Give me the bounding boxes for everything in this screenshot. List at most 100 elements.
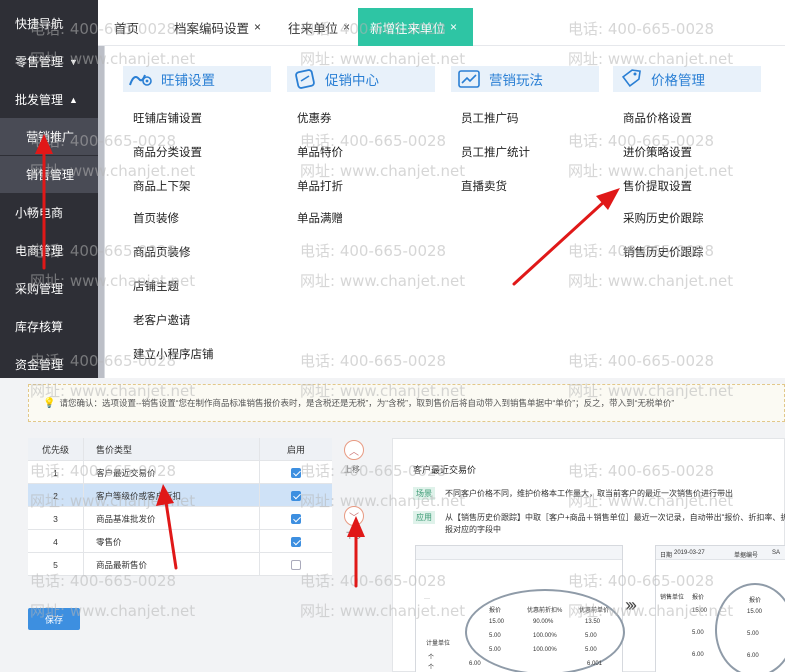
save-button[interactable]: 保存 <box>28 608 80 630</box>
table-row[interactable]: 3 商品基准批发价 <box>28 507 332 530</box>
column-header-priority: 优先级 <box>28 438 84 461</box>
apply-text-2: 报对应的字段中 <box>445 525 501 534</box>
menu-link-sale-price-extraction[interactable]: 售价提取设置 <box>623 178 692 194</box>
chevron-down-icon: ﹀ <box>349 512 359 524</box>
menu-link-coupon[interactable]: 优惠券 <box>297 110 332 126</box>
close-icon[interactable]: × <box>343 20 350 34</box>
menu-link-live-selling[interactable]: 直播卖货 <box>461 178 507 194</box>
menu-link-homepage-decor[interactable]: 首页装修 <box>133 210 179 226</box>
priority-cell: 4 <box>28 530 84 553</box>
tab-bar: 首页 档案编码设置 × 往来单位 × 新增往来单位 × <box>98 0 785 46</box>
sidebar: 快捷导航 零售管理 ▼ 批发管理 ▲ 营销推广 销售管理 小畅电商 电商管理 采购管… <box>0 0 98 378</box>
move-down-label: 下移 <box>346 531 362 540</box>
mini-cell: 6.00 <box>692 652 704 658</box>
tab-new-partner[interactable]: 新增往来单位 × <box>358 8 473 46</box>
promotion-icon <box>295 69 315 89</box>
menu-link-invite-customers[interactable]: 老客户邀请 <box>133 312 191 328</box>
category-title: 营销玩法 <box>489 73 543 88</box>
mini-cell: 5.00 <box>585 647 597 653</box>
lightbulb-icon: 💡 <box>43 397 56 409</box>
caret-up-icon: ▲ <box>69 94 78 105</box>
close-icon[interactable]: × <box>450 20 457 34</box>
mini-cell: 5.00 <box>489 633 501 639</box>
mini-cell: 5.00 <box>489 647 501 653</box>
tab-label: 档案编码设置 <box>174 21 250 36</box>
enabled-checkbox[interactable] <box>291 559 301 570</box>
sidebar-item-label: 电商管理 <box>15 244 64 258</box>
sidebar-item-label: 采购管理 <box>15 282 64 296</box>
sidebar-item-label: 库存核算 <box>15 320 64 334</box>
menu-link-special-price[interactable]: 单品特价 <box>297 144 343 160</box>
priority-cell: 1 <box>28 461 84 484</box>
price-type-cell: 零售价 <box>84 530 260 553</box>
menu-link-staff-promo-code[interactable]: 员工推广码 <box>461 110 519 126</box>
mini-date-label: 日期 <box>660 553 673 559</box>
menu-link-purchase-price-strategy[interactable]: 进价策略设置 <box>623 144 692 160</box>
menu-link-sales-price-history[interactable]: 销售历史价跟踪 <box>623 244 704 260</box>
category-title: 价格管理 <box>651 73 705 88</box>
table-row[interactable]: 4 零售价 <box>28 530 332 553</box>
price-tag-icon <box>621 69 641 88</box>
sidebar-item-label: 零售管理 <box>15 55 64 69</box>
mini-cell: 6.00 <box>747 653 759 659</box>
sidebar-item-mini-ecommerce[interactable]: 小畅电商 <box>0 194 98 231</box>
sidebar-item-label: 资金管理 <box>15 358 64 372</box>
menu-link-mini-program-store[interactable]: 建立小程序店铺 <box>133 346 214 362</box>
menu-link-product-price-settings[interactable]: 商品价格设置 <box>623 110 692 126</box>
category-marketing-play: 营销玩法 <box>451 66 599 92</box>
menu-link-product-listing[interactable]: 商品上下架 <box>133 178 191 194</box>
mini-grid-header <box>416 546 622 560</box>
sidebar-item-sales[interactable]: 销售管理 <box>0 156 98 193</box>
sidebar-item-purchase[interactable]: 采购管理 <box>0 270 98 307</box>
tab-code-settings[interactable]: 档案编码设置 × <box>162 8 273 46</box>
enabled-checkbox[interactable] <box>291 536 301 547</box>
menu-link-product-page-decor[interactable]: 商品页装修 <box>133 244 191 260</box>
menu-link-category-settings[interactable]: 商品分类设置 <box>133 144 202 160</box>
menu-link-shop-store-settings[interactable]: 旺铺店铺设置 <box>133 110 202 126</box>
move-down-button[interactable]: ﹀ <box>344 506 364 526</box>
enabled-checkbox[interactable] <box>291 467 301 478</box>
menu-link-staff-promo-stats[interactable]: 员工推广统计 <box>461 144 530 160</box>
table-row[interactable]: 1 客户最近交易价 <box>28 461 332 484</box>
notice-text: 请您确认：选项设置--销售设置“您在制作商品标准销售报价表时，是含税还是无税”，… <box>59 398 675 408</box>
table-row-selected[interactable]: 2 客户等级价或客户折扣 <box>28 484 332 507</box>
menu-link-purchase-price-history[interactable]: 采购历史价跟踪 <box>623 210 704 226</box>
enabled-checkbox[interactable] <box>291 513 301 524</box>
category-price-management: 价格管理 <box>613 66 761 92</box>
table-row[interactable]: 5 商品最新售价 <box>28 553 332 576</box>
category-promotion: 促销中心 <box>287 66 435 92</box>
mini-cell: 5.00 <box>692 630 704 636</box>
tab-label: 往来单位 <box>288 21 339 36</box>
tab-label: 首页 <box>114 21 140 36</box>
sidebar-item-label: 快捷导航 <box>15 17 64 31</box>
menu-link-gift[interactable]: 单品满赠 <box>297 210 343 226</box>
enabled-cell <box>260 530 332 553</box>
apply-tag: 应用 <box>413 511 435 524</box>
sidebar-item-ecommerce[interactable]: 电商管理 <box>0 232 98 269</box>
price-type-cell: 客户等级价或客户折扣 <box>84 484 260 507</box>
mini-cell: 15.00 <box>692 608 708 614</box>
tab-home[interactable]: 首页 <box>102 8 151 46</box>
mini-cell: 13.50 <box>585 619 601 625</box>
tab-partners[interactable]: 往来单位 × <box>276 8 362 46</box>
sidebar-item-inventory[interactable]: 库存核算 <box>0 308 98 345</box>
shop-settings-icon <box>129 74 152 86</box>
scene-text: 不同客户价格不同，维护价格本工作量大，取当前客户的最近一次销售价进行带出 <box>445 489 733 498</box>
menu-link-discount[interactable]: 单品打折 <box>297 178 343 194</box>
mini-cell: 100.00% <box>533 633 557 639</box>
enabled-checkbox[interactable] <box>291 490 301 501</box>
mini-cell: 5.00 <box>747 631 759 637</box>
mini-cell: 90.00% <box>533 619 554 625</box>
mini-cell: 6.00 <box>469 661 481 667</box>
mini-doc-no: SA <box>772 550 781 556</box>
sidebar-item-wholesale[interactable]: 批发管理 ▲ <box>0 81 98 118</box>
menu-link-store-theme[interactable]: 店铺主题 <box>133 278 179 294</box>
sidebar-item-label: 小畅电商 <box>15 206 64 220</box>
sidebar-item-marketing[interactable]: 营销推广 <box>0 118 98 155</box>
move-up-button[interactable]: ︿ <box>344 440 364 460</box>
close-icon[interactable]: × <box>254 20 261 34</box>
mini-grid-unit-label: 计量单位 <box>426 641 451 647</box>
move-up-label: 上移 <box>344 465 360 474</box>
sidebar-item-quick-nav[interactable]: 快捷导航 <box>0 5 98 42</box>
sidebar-item-retail[interactable]: 零售管理 ▼ <box>0 43 98 80</box>
